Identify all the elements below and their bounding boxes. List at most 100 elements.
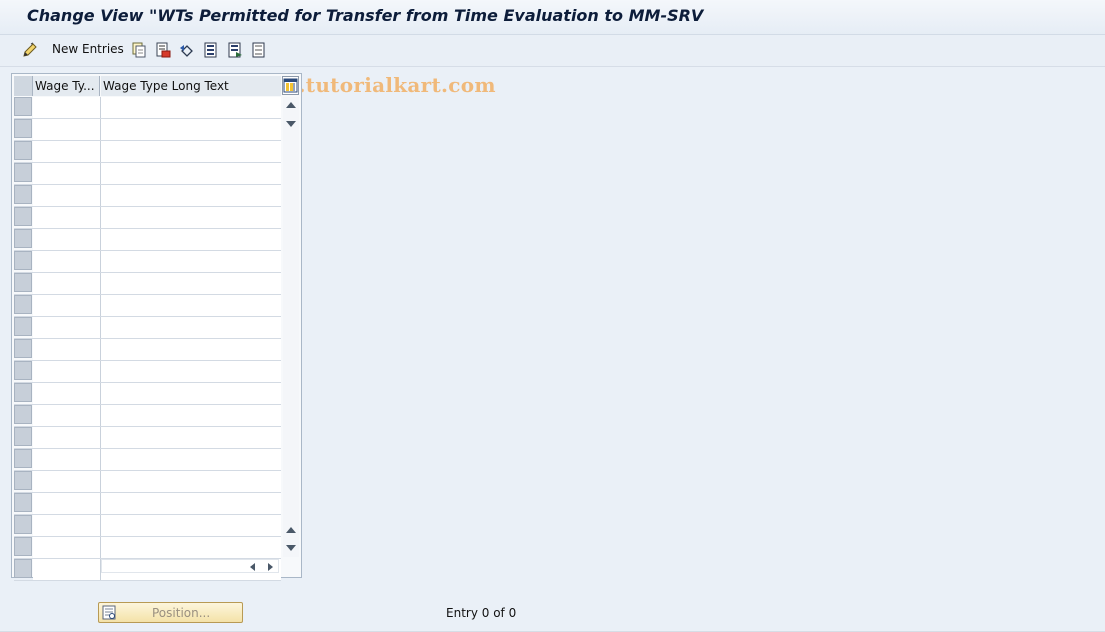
cell-long-text[interactable] — [101, 427, 281, 448]
cell-wage-type[interactable] — [33, 207, 101, 228]
cell-wage-type[interactable] — [33, 493, 101, 514]
cell-wage-type[interactable] — [33, 163, 101, 184]
table-row[interactable] — [14, 361, 281, 383]
cell-wage-type[interactable] — [33, 97, 101, 118]
cell-long-text[interactable] — [101, 119, 281, 140]
table-row[interactable] — [14, 273, 281, 295]
cell-wage-type[interactable] — [33, 383, 101, 404]
table-row[interactable] — [14, 427, 281, 449]
cell-long-text[interactable] — [101, 141, 281, 162]
vertical-scrollbar[interactable] — [283, 97, 299, 557]
cell-wage-type[interactable] — [33, 537, 101, 558]
position-button[interactable]: Position... — [98, 602, 243, 623]
table-row[interactable] — [14, 449, 281, 471]
cell-wage-type[interactable] — [33, 449, 101, 470]
row-selector[interactable] — [14, 339, 32, 358]
cell-wage-type[interactable] — [33, 339, 101, 360]
row-selector[interactable] — [14, 207, 32, 226]
row-selector[interactable] — [14, 449, 32, 468]
table-row[interactable] — [14, 515, 281, 537]
cell-wage-type[interactable] — [33, 471, 101, 492]
table-row[interactable] — [14, 141, 281, 163]
cell-long-text[interactable] — [101, 295, 281, 316]
row-selector[interactable] — [14, 229, 32, 248]
cell-wage-type[interactable] — [33, 405, 101, 426]
cell-long-text[interactable] — [101, 185, 281, 206]
table-row[interactable] — [14, 471, 281, 493]
cell-wage-type[interactable] — [33, 361, 101, 382]
row-selector[interactable] — [14, 537, 32, 556]
row-selector[interactable] — [14, 317, 32, 336]
table-row[interactable] — [14, 537, 281, 559]
cell-wage-type[interactable] — [33, 229, 101, 250]
cell-long-text[interactable] — [101, 229, 281, 250]
row-selector[interactable] — [14, 251, 32, 270]
cell-wage-type[interactable] — [33, 251, 101, 272]
table-row[interactable] — [14, 405, 281, 427]
row-selector[interactable] — [14, 493, 32, 512]
table-row[interactable] — [14, 317, 281, 339]
scroll-page-up-icon[interactable] — [286, 527, 296, 533]
cell-long-text[interactable] — [101, 317, 281, 338]
copy-icon[interactable] — [131, 42, 147, 58]
column-header-wage-type[interactable]: Wage Ty... — [33, 76, 100, 96]
scroll-page-down-icon[interactable] — [286, 121, 296, 127]
row-selector[interactable] — [14, 471, 32, 490]
undo-icon[interactable] — [179, 42, 195, 58]
cell-long-text[interactable] — [101, 471, 281, 492]
table-row[interactable] — [14, 207, 281, 229]
cell-long-text[interactable] — [101, 405, 281, 426]
cell-wage-type[interactable] — [33, 273, 101, 294]
row-selector[interactable] — [14, 141, 32, 160]
cell-wage-type[interactable] — [33, 185, 101, 206]
row-selector[interactable] — [14, 559, 32, 578]
delete-icon[interactable] — [155, 42, 171, 58]
cell-long-text[interactable] — [101, 361, 281, 382]
row-selector[interactable] — [14, 295, 32, 314]
row-selector[interactable] — [14, 185, 32, 204]
cell-long-text[interactable] — [101, 163, 281, 184]
table-row[interactable] — [14, 493, 281, 515]
cell-wage-type[interactable] — [33, 515, 101, 536]
row-selector[interactable] — [14, 405, 32, 424]
cell-long-text[interactable] — [101, 515, 281, 536]
table-settings-button[interactable] — [282, 76, 299, 95]
row-selector[interactable] — [14, 273, 32, 292]
row-selector[interactable] — [14, 163, 32, 182]
table-row[interactable] — [14, 185, 281, 207]
scroll-up-icon[interactable] — [286, 102, 296, 108]
column-header-long-text[interactable]: Wage Type Long Text — [101, 76, 281, 96]
cell-long-text[interactable] — [101, 537, 281, 558]
table-row[interactable] — [14, 383, 281, 405]
cell-wage-type[interactable] — [33, 559, 101, 580]
row-selector[interactable] — [14, 119, 32, 138]
cell-long-text[interactable] — [101, 449, 281, 470]
row-selector[interactable] — [14, 383, 32, 402]
row-selector[interactable] — [14, 515, 32, 534]
select-all-icon[interactable] — [203, 42, 219, 58]
cell-long-text[interactable] — [101, 339, 281, 360]
table-row[interactable] — [14, 163, 281, 185]
table-row[interactable] — [14, 229, 281, 251]
table-row[interactable] — [14, 119, 281, 141]
row-selector[interactable] — [14, 361, 32, 380]
cell-wage-type[interactable] — [33, 119, 101, 140]
cell-long-text[interactable] — [101, 493, 281, 514]
cell-long-text[interactable] — [101, 97, 281, 118]
table-row[interactable] — [14, 339, 281, 361]
row-selector[interactable] — [14, 427, 32, 446]
cell-long-text[interactable] — [101, 207, 281, 228]
cell-wage-type[interactable] — [33, 141, 101, 162]
deselect-all-icon[interactable] — [251, 42, 267, 58]
new-entries-button[interactable]: New Entries — [52, 42, 124, 56]
table-row[interactable] — [14, 97, 281, 119]
scroll-right-icon[interactable] — [268, 563, 273, 571]
row-selector[interactable] — [14, 97, 32, 116]
select-all-rows-button[interactable] — [14, 76, 33, 96]
cell-wage-type[interactable] — [33, 295, 101, 316]
select-block-icon[interactable] — [227, 42, 243, 58]
table-row[interactable] — [14, 251, 281, 273]
cell-long-text[interactable] — [101, 251, 281, 272]
horizontal-scrollbar[interactable] — [101, 559, 279, 573]
cell-wage-type[interactable] — [33, 317, 101, 338]
